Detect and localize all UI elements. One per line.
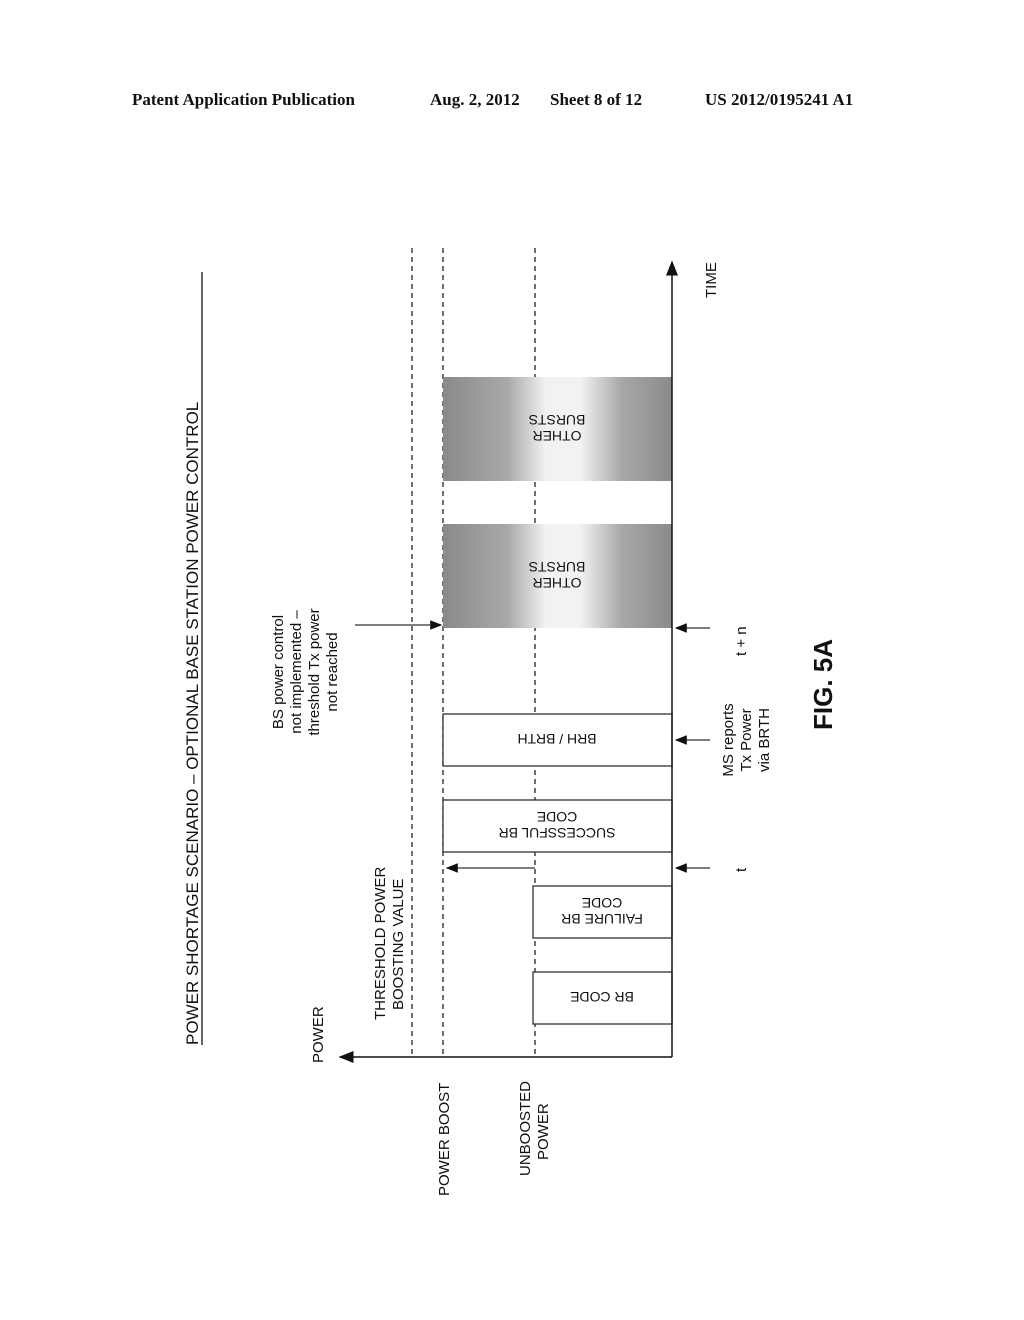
br-code-label: BR CODE: [570, 989, 634, 1005]
other-bursts-1-line2: BURSTS: [529, 559, 586, 575]
unboosted-label-line2: POWER: [535, 1103, 552, 1160]
ms-reports-line1: MS reports: [720, 703, 737, 776]
other-bursts-1-line1: OTHER: [533, 575, 582, 591]
t-label: t: [733, 867, 750, 872]
successful-br-label-line1: SUCCESSFUL BR: [499, 825, 616, 841]
t-plus-n-label: t + n: [733, 626, 750, 656]
failure-br-label-line2: CODE: [582, 895, 622, 911]
time-axis-label: TIME: [703, 262, 720, 298]
threshold-label-line2: BOOSTING VALUE: [390, 879, 407, 1010]
failure-br-label-line1: FAILURE BR: [561, 911, 643, 927]
timing-diagram: POWER SHORTAGE SCENARIO – OPTIONAL BASE …: [183, 248, 838, 1196]
bs-note-line4: not reached: [324, 632, 341, 711]
bs-note-line2: not implemented –: [288, 610, 305, 734]
brh-brth-label: BRH / BRTH: [517, 731, 596, 747]
bs-note-line3: threshold Tx power: [306, 608, 323, 735]
threshold-label-line1: THRESHOLD POWER: [372, 866, 389, 1020]
other-bursts-2-line2: BURSTS: [529, 412, 586, 428]
successful-br-label-line2: CODE: [537, 809, 577, 825]
power-axis-label: POWER: [310, 1006, 327, 1063]
bs-note-line1: BS power control: [270, 615, 287, 729]
ms-reports-line2: Tx Power: [738, 708, 755, 771]
figure-title-group: POWER SHORTAGE SCENARIO – OPTIONAL BASE …: [183, 272, 203, 1045]
figure-label: FIG. 5A: [808, 639, 838, 730]
figure-title: POWER SHORTAGE SCENARIO – OPTIONAL BASE …: [183, 402, 202, 1045]
other-bursts-2-line1: OTHER: [533, 428, 582, 444]
power-boost-label: POWER BOOST: [436, 1083, 453, 1196]
unboosted-label-line1: UNBOOSTED: [517, 1081, 534, 1176]
ms-reports-line3: via BRTH: [756, 708, 773, 772]
